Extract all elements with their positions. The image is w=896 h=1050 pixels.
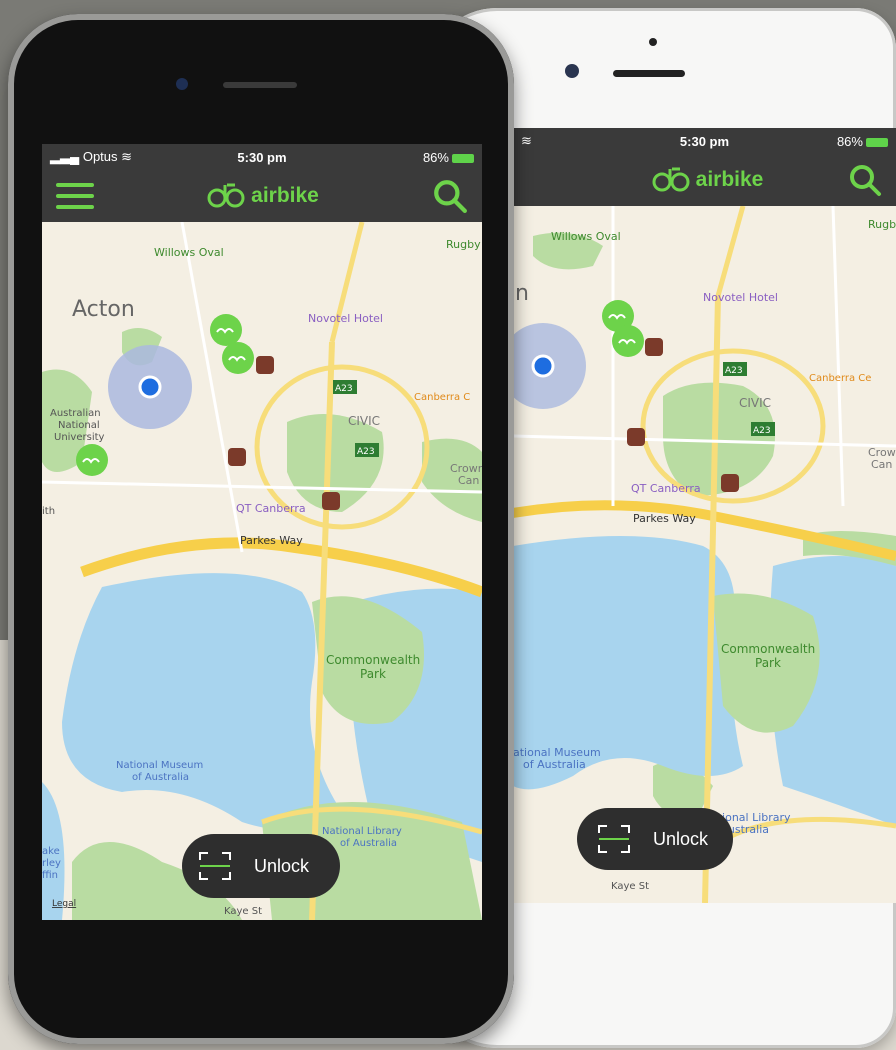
- map-label-can: Can: [871, 458, 892, 471]
- search-icon[interactable]: [848, 163, 882, 197]
- scan-icon: [199, 852, 231, 880]
- status-carrier: ▂▃▄ Optus ≋: [50, 149, 191, 165]
- route-a23-label: A23: [335, 384, 353, 394]
- map-label-qt: QT Canberra: [236, 502, 306, 515]
- parking-marker: [256, 356, 274, 374]
- map-label-anu-2: National: [58, 420, 100, 431]
- user-location-dot: [138, 375, 162, 399]
- map-label-canberra: Canberra Ce: [809, 373, 871, 384]
- bike-marker[interactable]: [612, 325, 644, 357]
- parking-marker: [721, 474, 739, 492]
- route-a23-label-2: A23: [753, 426, 771, 436]
- map-label-lake-3: ffin: [42, 870, 58, 881]
- map-label-willows: Willows Oval: [154, 246, 224, 259]
- white-phone-screen: ≋ 5:30 pm 86% airbike Willows Oval Rugb …: [513, 128, 896, 903]
- map-view[interactable]: Willows Oval Rugby Acton Novotel Hotel A…: [42, 222, 482, 920]
- signal-icon: ▂▃▄: [50, 149, 83, 164]
- parking-marker: [322, 492, 340, 510]
- bike-logo-icon: [207, 183, 245, 208]
- unlock-label: Unlock: [653, 828, 709, 849]
- map-label-lake: ake: [42, 846, 60, 857]
- bike-logo-icon: [652, 167, 690, 192]
- battery-icon: [865, 137, 888, 147]
- map-label-kaye: Kaye St: [224, 906, 262, 917]
- map-label-acton: Acton: [72, 297, 135, 322]
- map-label-qt: QT Canberra: [631, 482, 701, 495]
- battery-percent: 86%: [836, 133, 863, 149]
- map-label-lake-2: rley: [42, 858, 61, 869]
- earpiece: [613, 70, 685, 77]
- app-header: airbike: [513, 154, 896, 206]
- map-legal-link[interactable]: Legal: [52, 899, 76, 909]
- parking-marker: [627, 428, 645, 446]
- status-bar: ▂▃▄ Optus ≋ 5:30 pm 86%: [42, 144, 482, 170]
- map-label-library: National Library: [322, 826, 402, 837]
- app-header: airbike: [42, 170, 482, 222]
- map-label-novotel: Novotel Hotel: [308, 312, 383, 325]
- front-camera: [565, 64, 579, 78]
- status-battery: 86%: [333, 150, 474, 165]
- status-time: 5:30 pm: [679, 133, 730, 149]
- user-location-dot: [531, 354, 555, 378]
- battery-icon: [451, 153, 474, 163]
- hamburger-menu-icon[interactable]: [56, 181, 94, 211]
- carrier-name: Optus: [82, 149, 118, 164]
- search-icon[interactable]: [432, 178, 468, 214]
- route-a23-label-2: A23: [357, 447, 375, 457]
- wifi-icon: ≋: [521, 133, 532, 148]
- wifi-icon: ≋: [121, 149, 133, 164]
- unlock-label: Unlock: [254, 855, 310, 876]
- map-label-novotel: Novotel Hotel: [703, 291, 778, 304]
- map-label-museum: National Museum: [116, 760, 203, 771]
- map-label-commonwealth: Commonwealth: [721, 642, 815, 656]
- map-label-civic: CIVIC: [739, 396, 771, 410]
- app-logo: airbike: [207, 183, 319, 209]
- status-time: 5:30 pm: [237, 149, 287, 165]
- map-label-kaye: Kaye St: [611, 881, 649, 892]
- app-name: airbike: [251, 184, 319, 207]
- map-label-ith: ith: [42, 506, 55, 517]
- map-label-parkes: Parkes Way: [633, 512, 696, 525]
- status-bar: ≋ 5:30 pm 86%: [513, 128, 896, 154]
- top-sensor: [649, 38, 657, 46]
- unlock-button[interactable]: Unlock: [182, 834, 340, 898]
- map-label-anu-3: University: [54, 432, 105, 443]
- parking-marker: [228, 448, 246, 466]
- map-label-rugby: Rugby: [446, 238, 481, 251]
- map-label-commonwealth: Commonwealth: [326, 653, 420, 667]
- map-label-park: Park: [360, 667, 386, 681]
- map-label-can: Can: [458, 474, 479, 487]
- black-phone-screen: ▂▃▄ Optus ≋ 5:30 pm 86% airbike Willows …: [42, 144, 482, 920]
- unlock-button[interactable]: Unlock: [577, 808, 733, 870]
- bike-marker[interactable]: [76, 444, 108, 476]
- earpiece: [223, 82, 297, 88]
- app-name: airbike: [695, 168, 764, 191]
- status-battery: 86%: [766, 134, 888, 149]
- battery-percent: 86%: [422, 149, 449, 165]
- map-label-parkes: Parkes Way: [240, 534, 303, 547]
- parking-marker: [645, 338, 663, 356]
- map-label-museum-2: of Australia: [523, 758, 586, 771]
- map-label-library-2: of Australia: [340, 838, 397, 849]
- map-label-acton: n: [515, 281, 529, 306]
- bike-marker[interactable]: [210, 314, 242, 346]
- app-logo: airbike: [652, 167, 764, 193]
- route-a23-label: A23: [725, 366, 743, 376]
- map-label-anu: Australian: [50, 408, 101, 419]
- bike-marker[interactable]: [222, 342, 254, 374]
- map-label-museum-2: of Australia: [132, 772, 189, 783]
- map-label-park: Park: [755, 656, 781, 670]
- front-camera: [176, 78, 188, 90]
- map-label-civic: CIVIC: [348, 414, 380, 428]
- map-label-willows: Willows Oval: [551, 230, 621, 243]
- scan-icon: [598, 825, 630, 853]
- black-phone: ▂▃▄ Optus ≋ 5:30 pm 86% airbike Willows …: [8, 14, 514, 1044]
- map-view[interactable]: Willows Oval Rugby n Novotel Hotel Canbe…: [513, 206, 896, 903]
- map-label-canberra: Canberra C: [414, 392, 470, 403]
- map-label-rugby: Rugby: [868, 218, 896, 231]
